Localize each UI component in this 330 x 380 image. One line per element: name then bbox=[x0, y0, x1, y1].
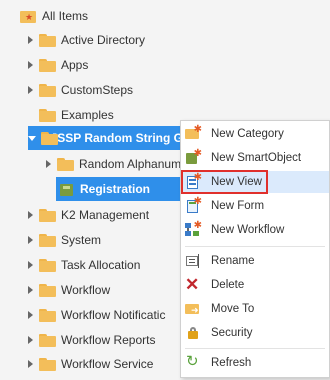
folder-icon bbox=[39, 208, 56, 222]
menu-item-rename[interactable]: Rename bbox=[181, 250, 329, 272]
tree-item-label: Workflow bbox=[61, 283, 111, 297]
folder-icon bbox=[39, 58, 56, 72]
expand-arrow-icon[interactable] bbox=[28, 360, 33, 368]
context-menu: ✱ New Category ✱ New SmartObject ✱ New V… bbox=[180, 120, 330, 378]
menu-item-label: New Category bbox=[211, 128, 284, 140]
tree-item-label: JSSP Random String G bbox=[50, 131, 183, 145]
folder-icon bbox=[39, 357, 56, 371]
tree-item-registration[interactable]: Registration bbox=[56, 177, 183, 201]
menu-item-label: Move To bbox=[211, 303, 255, 315]
tree-root-all-items[interactable]: ★ All Items bbox=[8, 4, 88, 28]
smartobject-icon bbox=[60, 182, 75, 197]
menu-separator bbox=[185, 348, 325, 349]
tree-item-active-directory[interactable]: Active Directory bbox=[28, 28, 145, 52]
folder-icon bbox=[39, 33, 56, 47]
folder-new-icon: ✱ bbox=[185, 125, 202, 142]
expand-arrow-icon[interactable] bbox=[46, 160, 51, 168]
delete-icon: ✕ bbox=[185, 275, 200, 294]
menu-item-label: New SmartObject bbox=[211, 152, 302, 164]
tree-item-examples[interactable]: Examples bbox=[28, 103, 114, 127]
expand-arrow-icon[interactable] bbox=[28, 286, 33, 294]
menu-separator bbox=[185, 246, 325, 247]
smartobject-new-icon: ✱ bbox=[185, 149, 202, 166]
menu-item-label: New Workflow bbox=[211, 224, 285, 236]
tree-item-label: Examples bbox=[61, 108, 114, 122]
rename-icon bbox=[185, 253, 201, 269]
tree-item-label: System bbox=[61, 233, 102, 247]
tree-root-label: All Items bbox=[42, 9, 89, 23]
tree-item-random-alphanum[interactable]: Random Alphanum bbox=[46, 152, 181, 176]
folder-icon bbox=[39, 258, 56, 272]
expand-arrow-icon[interactable] bbox=[28, 86, 33, 94]
security-icon bbox=[185, 325, 201, 341]
menu-item-security[interactable]: Security bbox=[181, 322, 329, 344]
tree-item-label: Workflow Service bbox=[61, 357, 154, 371]
folder-icon bbox=[39, 233, 56, 247]
menu-item-refresh[interactable]: ↻ Refresh bbox=[181, 352, 329, 374]
expand-arrow-icon[interactable] bbox=[28, 311, 33, 319]
menu-item-new-workflow[interactable]: ✱ New Workflow bbox=[181, 219, 329, 241]
tree-item-label: Workflow Reports bbox=[61, 333, 156, 347]
tree-item-k2-management[interactable]: K2 Management bbox=[28, 203, 149, 227]
menu-item-move-to[interactable]: ➜ Move To bbox=[181, 298, 329, 320]
tree-item-workflow-reports[interactable]: Workflow Reports bbox=[28, 328, 155, 352]
tree-item-workflow-service[interactable]: Workflow Service bbox=[28, 352, 153, 376]
folder-icon bbox=[41, 131, 57, 145]
folder-icon bbox=[57, 157, 74, 171]
tree-item-system[interactable]: System bbox=[28, 228, 101, 252]
menu-item-new-smartobject[interactable]: ✱ New SmartObject bbox=[181, 147, 329, 169]
expand-arrow-icon[interactable] bbox=[28, 61, 33, 69]
move-to-icon: ➜ bbox=[185, 301, 201, 317]
expand-arrow-icon[interactable] bbox=[28, 211, 33, 219]
menu-item-label: Delete bbox=[211, 279, 245, 291]
tree-item-workflow[interactable]: Workflow bbox=[28, 278, 110, 302]
tree-item-workflow-notifications[interactable]: Workflow Notificatic bbox=[28, 303, 165, 327]
folder-icon bbox=[39, 283, 56, 297]
tree-item-label: Random Alphanum bbox=[79, 157, 182, 171]
expand-arrow-icon[interactable] bbox=[28, 261, 33, 269]
folder-icon bbox=[39, 83, 56, 97]
tree-item-apps[interactable]: Apps bbox=[28, 53, 88, 77]
refresh-icon: ↻ bbox=[186, 353, 199, 370]
menu-item-label: New Form bbox=[211, 200, 265, 212]
expand-arrow-icon[interactable] bbox=[28, 336, 33, 344]
menu-item-new-form[interactable]: ✱ New Form bbox=[181, 195, 329, 217]
tree-item-label: Active Directory bbox=[61, 33, 146, 47]
workflow-new-icon: ✱ bbox=[185, 221, 202, 238]
tree-item-label: K2 Management bbox=[61, 208, 150, 222]
tree-item-label: Task Allocation bbox=[61, 258, 141, 272]
folder-icon bbox=[39, 108, 56, 122]
menu-item-label: Security bbox=[211, 327, 253, 339]
tree-item-task-allocation[interactable]: Task Allocation bbox=[28, 253, 140, 277]
tree-item-label: CustomSteps bbox=[61, 83, 134, 97]
tree-item-label: Workflow Notificatic bbox=[61, 308, 166, 322]
expand-arrow-icon[interactable] bbox=[28, 36, 33, 44]
tree-item-label: Apps bbox=[61, 58, 89, 72]
folder-icon bbox=[39, 308, 56, 322]
menu-item-delete[interactable]: ✕ Delete bbox=[181, 274, 329, 296]
form-new-icon: ✱ bbox=[185, 197, 202, 214]
folder-icon bbox=[39, 333, 56, 347]
menu-item-label: Refresh bbox=[211, 357, 252, 369]
all-items-folder-icon: ★ bbox=[20, 9, 37, 24]
menu-item-new-category[interactable]: ✱ New Category bbox=[181, 123, 329, 145]
menu-item-label: Rename bbox=[211, 255, 255, 267]
expand-arrow-icon[interactable] bbox=[28, 236, 33, 244]
tree-item-label: Registration bbox=[80, 182, 151, 196]
tree-item-customsteps[interactable]: CustomSteps bbox=[28, 78, 133, 102]
new-view-highlight-box bbox=[181, 170, 268, 194]
tree-item-jssp-random-string[interactable]: JSSP Random String G bbox=[28, 126, 183, 150]
collapse-arrow-icon[interactable] bbox=[28, 135, 36, 141]
